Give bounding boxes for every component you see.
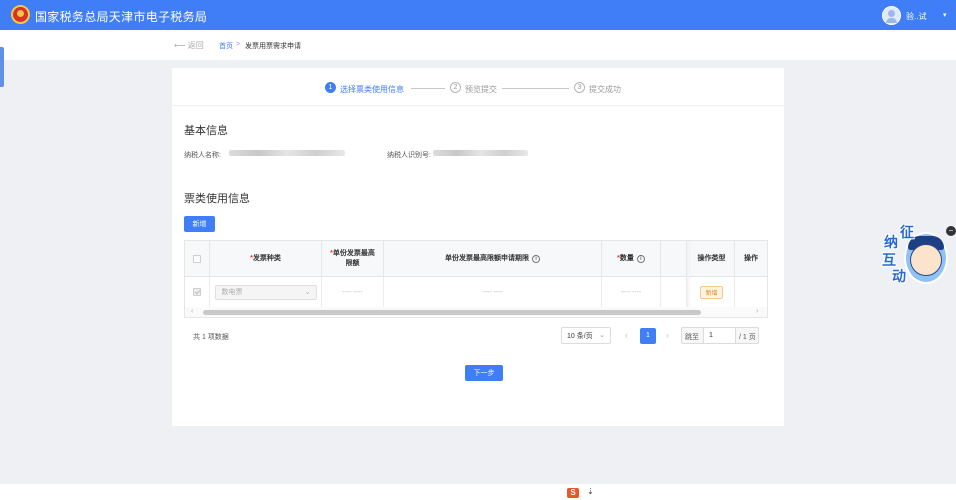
period-info-icon[interactable]: i	[532, 254, 540, 263]
row-checkbox-cell	[185, 277, 210, 307]
tax-interaction-mascot[interactable]: 征 纳 互 动	[882, 224, 948, 288]
quantity-info-icon[interactable]: i	[636, 254, 645, 263]
back-label: 返回	[187, 41, 204, 50]
invoice-type-select: 数电票 ⌄	[214, 284, 317, 300]
step-1-label: 选择票类使用信息	[340, 85, 404, 94]
scroll-right-icon[interactable]: ›	[756, 308, 758, 315]
breadcrumb-bar	[0, 30, 956, 60]
current-page-button[interactable]: 1	[640, 328, 656, 344]
taxpayer-id-label: 纳税人识别号:	[387, 152, 431, 159]
prev-page-icon[interactable]: ‹	[625, 331, 628, 340]
step-3-number: 3	[574, 82, 585, 93]
mascot-char-2: 纳	[884, 234, 898, 250]
ticket-info-title: 票类使用信息	[184, 193, 250, 205]
back-arrow-icon: ⟵	[174, 41, 188, 50]
taxpayer-id-value-redacted	[433, 150, 528, 156]
breadcrumb-current: 发票用票需求申请	[245, 43, 301, 50]
header-select-all	[185, 241, 210, 277]
row-blank-cell	[661, 277, 687, 307]
breadcrumb-separator: >	[236, 41, 241, 48]
step-1-number: 1	[325, 82, 336, 93]
chevron-down-icon: ⌄	[599, 332, 605, 339]
row-period-cell: ---- ----	[384, 277, 602, 307]
row-invoice-type-cell: 数电票 ⌄	[210, 277, 322, 307]
row-op-type-cell: 新增	[689, 277, 735, 307]
side-collapse-tab[interactable]	[0, 47, 4, 87]
step-2-number: 2	[450, 82, 461, 93]
app-title: 国家税务总局天津市电子税务局	[35, 10, 208, 24]
header-op: 操作	[735, 241, 767, 277]
step-connector-2	[502, 88, 569, 89]
step-connector-1	[411, 88, 445, 89]
header-period: 单份发票最高限额申请期限 i	[384, 241, 602, 277]
header-invoice-type: * 发票种类	[210, 241, 322, 277]
header-max-amount: *单份发票最高 限额	[322, 241, 384, 277]
tax-emblem-logo	[11, 5, 30, 24]
step-2-label: 预览提交	[465, 85, 497, 94]
header-op-type: 操作类型	[689, 241, 735, 277]
jump-label: 跳至	[685, 334, 699, 341]
scroll-left-icon[interactable]: ‹	[191, 308, 193, 315]
row-checkbox[interactable]	[193, 288, 201, 296]
taskbar-arrow-icon[interactable]: ⇣	[587, 487, 594, 496]
mascot-close-icon[interactable]: −	[946, 226, 956, 236]
select-all-checkbox[interactable]	[193, 254, 201, 263]
user-avatar-icon[interactable]	[882, 6, 901, 25]
mascot-face	[910, 244, 942, 276]
horizontal-scrollbar-thumb[interactable]	[203, 310, 701, 315]
op-type-tag: 新增	[700, 285, 723, 299]
user-menu-chevron-icon[interactable]: ▾	[943, 11, 947, 19]
basic-info-title: 基本信息	[184, 125, 228, 137]
total-count: 共 1 项数据	[193, 334, 229, 341]
row-max-amount-cell: ---- ----	[322, 277, 384, 307]
chevron-down-icon: ⌄	[304, 288, 311, 296]
step-3-label: 提交成功	[589, 85, 621, 94]
steps-divider	[172, 105, 784, 106]
header-blank	[661, 241, 687, 277]
bottom-strip	[0, 484, 956, 500]
taxpayer-name-value-redacted	[229, 150, 345, 156]
row-quantity-cell: ---- ----	[602, 277, 661, 307]
header-quantity: * 数量 i	[602, 241, 661, 277]
mascot-char-4: 动	[892, 268, 906, 284]
jump-page-input[interactable]: 1	[703, 327, 736, 344]
back-link[interactable]: ⟵ 返回	[174, 40, 204, 51]
page-jumper: 跳至 1 / 1 页	[681, 327, 759, 344]
taxpayer-name-label: 纳税人名称:	[184, 152, 221, 159]
row-op-cell	[735, 277, 767, 307]
input-method-icon[interactable]: S	[567, 488, 579, 498]
add-row-button[interactable]: 新增	[184, 216, 215, 232]
total-pages: / 1 页	[739, 334, 756, 341]
next-page-icon[interactable]: ›	[666, 331, 669, 340]
username[interactable]: 验..试	[906, 11, 926, 22]
breadcrumb-home[interactable]: 首页	[219, 41, 233, 51]
invoice-table: * 发票种类 *单份发票最高 限额 单份发票最高限额申请期限 i * 数量 i 操作类型 …	[184, 240, 768, 318]
next-step-button[interactable]: 下一步	[465, 365, 503, 381]
page-size-select[interactable]: 10 条/页 ⌄	[561, 327, 611, 344]
mascot-char-1: 征	[900, 224, 914, 240]
